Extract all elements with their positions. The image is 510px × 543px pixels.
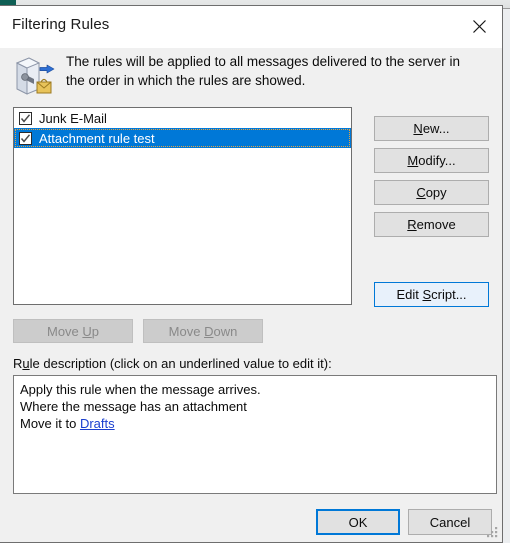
desc-label-pre: R [13, 356, 23, 371]
move-down-label-rest: own [213, 323, 238, 339]
dialog-header: The rules will be applied to all message… [0, 48, 502, 100]
server-mail-rules-icon [13, 55, 57, 97]
rule-description-box[interactable]: Apply this rule when the message arrives… [13, 375, 497, 494]
copy-button-label-rest: opy [425, 185, 447, 200]
move-up-label-rest: p [91, 323, 100, 339]
ok-button-label: OK [348, 514, 368, 530]
copy-rule-button[interactable]: Copy [374, 180, 489, 205]
description-line: Where the message has an attachment [20, 399, 247, 414]
filtering-rules-dialog: Filtering Rules The rules will be applie… [0, 5, 503, 543]
action-prefix: Move it to [20, 416, 80, 431]
folder-link[interactable]: Drafts [80, 416, 115, 431]
list-item[interactable]: Attachment rule test [14, 128, 351, 148]
dialog-title: Filtering Rules [12, 16, 110, 33]
close-icon[interactable] [457, 6, 502, 46]
rule-name: Junk E-Mail [39, 110, 107, 126]
ok-button[interactable]: OK [316, 509, 400, 535]
remove-button-label-rest: emove [416, 217, 456, 232]
move-up-label-pre: Move [46, 323, 83, 339]
resize-grip[interactable] [486, 526, 499, 539]
cancel-button-label: Cancel [429, 514, 471, 530]
modify-rule-button[interactable]: Modify... [374, 148, 489, 173]
desc-label-rest: le description (click on an underlined v… [29, 356, 332, 371]
rules-listbox[interactable]: Junk E-Mail Attachment rule test [13, 107, 352, 305]
rule-name: Attachment rule test [39, 130, 155, 146]
move-up-button[interactable]: Move Up [13, 319, 133, 343]
modify-button-label-rest: odify... [418, 153, 456, 168]
rule-checkbox[interactable] [19, 131, 32, 145]
description-line-action: Move it to Drafts [20, 415, 490, 432]
new-rule-button[interactable]: New... [374, 116, 489, 141]
description-line: Apply this rule when the message arrives… [20, 382, 261, 397]
remove-rule-button[interactable]: Remove [374, 212, 489, 237]
new-button-label-rest: ew... [422, 121, 450, 136]
dialog-titlebar: Filtering Rules [0, 6, 502, 48]
move-down-label-pre: Move [168, 323, 205, 339]
list-item[interactable]: Junk E-Mail [14, 108, 351, 128]
move-down-button[interactable]: Move Down [143, 319, 263, 343]
edit-script-label-rest: cript... [431, 287, 467, 302]
rule-checkbox[interactable] [19, 111, 32, 125]
cancel-button[interactable]: Cancel [408, 509, 492, 535]
rule-description-label: Rule description (click on an underlined… [13, 356, 332, 371]
edit-script-button[interactable]: Edit Script... [374, 282, 489, 307]
header-description: The rules will be applied to all message… [66, 54, 460, 88]
edit-script-label-pre: Edit [396, 287, 423, 302]
